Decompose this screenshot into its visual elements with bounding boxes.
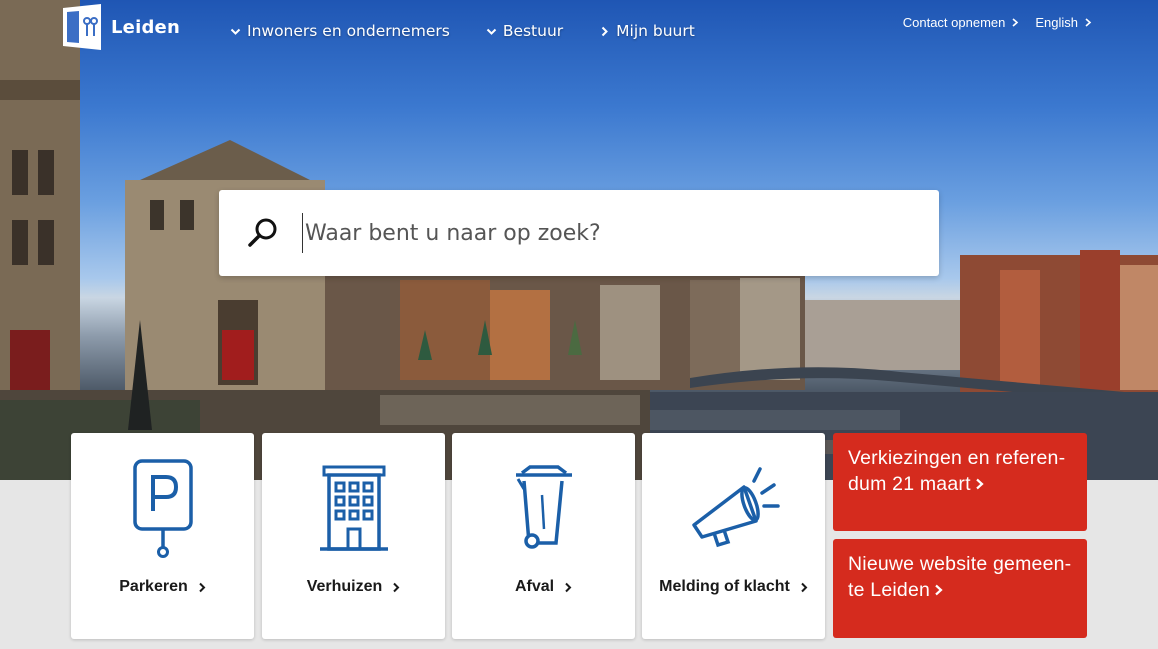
chevron-down-icon — [230, 28, 241, 35]
nav-label: Bestuur — [502, 22, 564, 40]
english-link[interactable]: English — [1035, 15, 1092, 30]
chevron-right-icon — [199, 582, 206, 592]
promo-line-1: Verkiezingen en referen- — [848, 447, 1066, 469]
promo-line-2: te Leiden — [848, 577, 1073, 603]
megaphone-icon — [691, 467, 780, 548]
chevron-right-icon — [1012, 18, 1019, 27]
main-navigation: Inwoners en ondernemers Bestuur Mijn buu… — [230, 22, 695, 40]
nav-label: Mijn buurt — [616, 22, 695, 40]
tile-label-text: Afval — [514, 578, 555, 595]
chevron-right-icon — [393, 582, 400, 592]
tile-label: Melding of klacht — [642, 578, 825, 596]
tile-melding-of-klacht[interactable]: Melding of klacht — [642, 433, 825, 639]
leiden-keys-emblem-icon — [63, 4, 101, 50]
promo-line-2-text: dum 21 maart — [848, 473, 971, 495]
chevron-right-icon — [935, 584, 943, 596]
promo-nieuwe-website[interactable]: Nieuwe website gemeen- te Leiden — [833, 539, 1087, 638]
leiden-logo[interactable]: Leiden — [63, 4, 180, 50]
link-label: Contact opnemen — [902, 15, 1006, 30]
tile-label: Afval — [452, 578, 635, 596]
search-bar[interactable] — [219, 190, 939, 276]
promo-line-2: dum 21 maart — [848, 471, 1073, 497]
logo-text: Leiden — [111, 16, 180, 38]
link-label: English — [1035, 15, 1078, 30]
building-icon — [319, 465, 388, 551]
chevron-right-icon — [601, 26, 609, 36]
parking-sign-icon — [132, 459, 193, 558]
search-icon[interactable] — [246, 216, 280, 250]
tile-verhuizen[interactable]: Verhuizen — [262, 433, 445, 639]
promo-line-2-text: te Leiden — [848, 579, 931, 601]
contact-opnemen-link[interactable]: Contact opnemen — [903, 15, 1020, 30]
nav-label: Inwoners en ondernemers — [247, 22, 450, 40]
chevron-right-icon — [801, 582, 808, 592]
promo-verkiezingen-referendum[interactable]: Verkiezingen en referen- dum 21 maart — [833, 433, 1087, 531]
promo-line-1: Nieuwe website gemeen- — [848, 553, 1072, 575]
tile-label-text: Verhuizen — [306, 578, 383, 595]
tile-label: Parkeren — [71, 578, 254, 596]
trash-bin-icon — [515, 465, 572, 549]
nav-inwoners-en-ondernemers[interactable]: Inwoners en ondernemers — [230, 22, 450, 40]
tile-label: Verhuizen — [262, 578, 445, 596]
tile-label-text: Parkeren — [119, 578, 188, 595]
tile-parkeren[interactable]: Parkeren — [71, 433, 254, 639]
chevron-right-icon — [1085, 18, 1092, 27]
chevron-right-icon — [975, 478, 984, 490]
tile-label-text: Melding of klacht — [659, 578, 790, 595]
nav-bestuur[interactable]: Bestuur — [486, 22, 563, 40]
chevron-right-icon — [565, 582, 572, 592]
chevron-down-icon — [486, 28, 497, 35]
utility-links: Contact opnemen English — [903, 15, 1092, 30]
tile-afval[interactable]: Afval — [452, 433, 635, 639]
nav-mijn-buurt[interactable]: Mijn buurt — [599, 22, 695, 40]
search-input[interactable] — [302, 213, 902, 253]
